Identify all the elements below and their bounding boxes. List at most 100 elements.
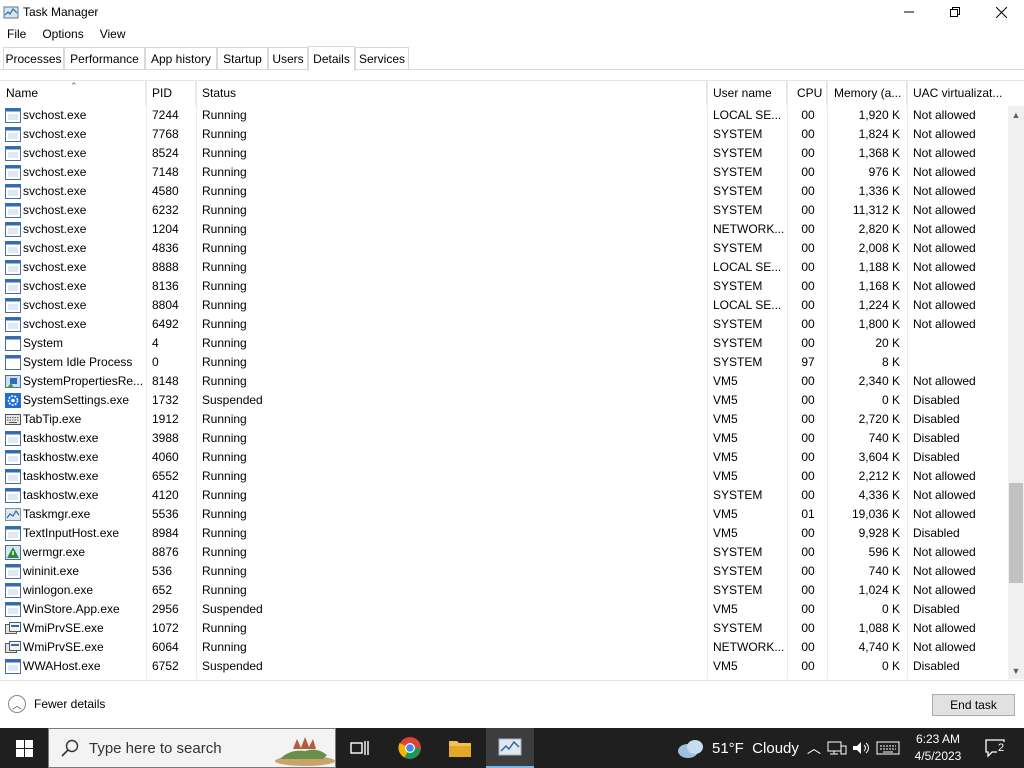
fewer-details-button[interactable]: ︿ Fewer details bbox=[8, 695, 105, 713]
cell-memory: 19,036 K bbox=[851, 507, 900, 521]
table-row[interactable]: taskhostw.exe 4060 Running VM5 00 3,604 K Disa… bbox=[0, 448, 1008, 467]
cell-user-name: SYSTEM bbox=[713, 336, 763, 350]
table-row[interactable]: SystemPropertiesRe... 8148 Running VM5 00 2,3… bbox=[0, 372, 1008, 391]
table-row[interactable]: svchost.exe 4580 Running SYSTEM 00 1,336 K Not… bbox=[0, 182, 1008, 201]
table-row[interactable]: wermgr.exe 8876 Running SYSTEM 00 596 K Not al… bbox=[0, 543, 1008, 562]
cell-status: Suspended bbox=[202, 393, 263, 407]
cell-status: Running bbox=[202, 355, 247, 369]
task-view-button[interactable] bbox=[336, 728, 384, 768]
table-row[interactable]: winlogon.exe 652 Running SYSTEM 00 1,024 K Not… bbox=[0, 581, 1008, 600]
cell-pid: 4836 bbox=[152, 241, 179, 255]
cell-cpu: 00 bbox=[801, 165, 815, 179]
system-icon bbox=[5, 355, 21, 370]
notification-center-button[interactable]: 2 bbox=[980, 728, 1012, 768]
cell-status: Running bbox=[202, 241, 247, 255]
cell-status: Running bbox=[202, 564, 247, 578]
volume-icon[interactable] bbox=[850, 740, 872, 756]
column-header-user-name[interactable]: User name bbox=[707, 81, 787, 105]
scroll-thumb[interactable] bbox=[1009, 482, 1023, 583]
restore-button[interactable] bbox=[932, 0, 978, 24]
tab-app-history[interactable]: App history bbox=[145, 47, 217, 69]
tab-users[interactable]: Users bbox=[268, 47, 308, 69]
cell-pid: 8524 bbox=[152, 146, 179, 160]
cell-uac-virtualization: Not allowed bbox=[913, 317, 976, 331]
table-row[interactable]: svchost.exe 6232 Running SYSTEM 00 11,312 K No… bbox=[0, 201, 1008, 220]
cell-uac-virtualization: Disabled bbox=[913, 659, 960, 673]
table-row[interactable]: svchost.exe 8888 Running LOCAL SE... 00 1,188… bbox=[0, 258, 1008, 277]
cell-cpu: 97 bbox=[801, 355, 815, 369]
table-row[interactable]: svchost.exe 8524 Running SYSTEM 00 1,368 K Not… bbox=[0, 144, 1008, 163]
table-row[interactable]: taskhostw.exe 3988 Running VM5 00 740 K Disabl… bbox=[0, 429, 1008, 448]
column-header-uac[interactable]: UAC virtualizat... bbox=[907, 81, 1008, 105]
cell-pid: 8804 bbox=[152, 298, 179, 312]
table-row[interactable]: TextInputHost.exe 8984 Running VM5 00 9,928 K… bbox=[0, 524, 1008, 543]
column-header-pid[interactable]: PID bbox=[146, 81, 196, 105]
cell-cpu: 00 bbox=[801, 488, 815, 502]
show-hidden-icons-chevron-icon[interactable]: ︿ bbox=[804, 738, 824, 758]
cell-uac-virtualization: Not allowed bbox=[913, 165, 976, 179]
table-row[interactable]: WmiPrvSE.exe 1072 Running SYSTEM 00 1,088 K No… bbox=[0, 619, 1008, 638]
table-row[interactable]: taskhostw.exe 4120 Running SYSTEM 00 4,336 K N… bbox=[0, 486, 1008, 505]
table-row[interactable]: svchost.exe 4836 Running SYSTEM 00 2,008 K Not… bbox=[0, 239, 1008, 258]
column-header-cpu[interactable]: CPU bbox=[787, 81, 827, 105]
taskbar-file-explorer[interactable] bbox=[436, 728, 484, 768]
minimize-button[interactable] bbox=[886, 0, 932, 24]
cell-process-name: System bbox=[23, 336, 64, 350]
column-header-name[interactable]: Name bbox=[0, 81, 146, 105]
end-task-button[interactable]: End task bbox=[932, 694, 1015, 716]
svchost-icon bbox=[5, 127, 21, 142]
menu-options[interactable]: Options bbox=[34, 27, 91, 41]
table-row[interactable]: WmiPrvSE.exe 6064 Running NETWORK... 00 4,740… bbox=[0, 638, 1008, 657]
keyboard-icon[interactable] bbox=[876, 740, 902, 756]
taskbar-clock[interactable]: 6:23 AM 4/5/2023 bbox=[908, 731, 968, 765]
scroll-down-icon[interactable]: ▼ bbox=[1008, 662, 1024, 679]
cell-user-name: SYSTEM bbox=[713, 488, 763, 502]
table-row[interactable]: TabTip.exe 1912 Running VM5 00 2,720 K Disable… bbox=[0, 410, 1008, 429]
tab-performance[interactable]: Performance bbox=[64, 47, 145, 69]
cell-pid: 3988 bbox=[152, 431, 179, 445]
menu-bar: File Options View bbox=[0, 24, 134, 44]
scroll-up-icon[interactable]: ▲ bbox=[1008, 106, 1024, 123]
table-row[interactable]: System Idle Process 0 Running SYSTEM 97 8 K bbox=[0, 353, 1008, 372]
table-row[interactable]: svchost.exe 7148 Running SYSTEM 00 976 K Not a… bbox=[0, 163, 1008, 182]
table-row[interactable]: SystemSettings.exe 1732 Suspended VM5 00 0 K D… bbox=[0, 391, 1008, 410]
table-row[interactable]: svchost.exe 7768 Running SYSTEM 00 1,824 K Not… bbox=[0, 125, 1008, 144]
table-row[interactable]: svchost.exe 8804 Running LOCAL SE... 00 1,224… bbox=[0, 296, 1008, 315]
menu-file[interactable]: File bbox=[0, 27, 34, 41]
tab-details[interactable]: Details bbox=[308, 46, 355, 71]
taskbar-chrome[interactable] bbox=[386, 728, 434, 768]
start-button[interactable] bbox=[0, 728, 48, 768]
taskbar-task-manager[interactable] bbox=[486, 728, 534, 768]
cell-status: Running bbox=[202, 583, 247, 597]
table-row[interactable]: Taskmgr.exe 5536 Running VM5 01 19,036 K Not a… bbox=[0, 505, 1008, 524]
tab-processes[interactable]: Processes bbox=[3, 47, 64, 69]
column-header-memory[interactable]: Memory (a... bbox=[827, 81, 907, 105]
system-properties-icon bbox=[5, 374, 21, 389]
table-row[interactable]: svchost.exe 6492 Running SYSTEM 00 1,800 K Not… bbox=[0, 315, 1008, 334]
wmi-icon bbox=[5, 640, 21, 655]
cell-uac-virtualization: Disabled bbox=[913, 450, 960, 464]
table-row[interactable]: System 4 Running SYSTEM 00 20 K bbox=[0, 334, 1008, 353]
table-row[interactable]: svchost.exe 7244 Running LOCAL SE... 00 1,920… bbox=[0, 106, 1008, 125]
cell-status: Suspended bbox=[202, 659, 263, 673]
menu-view[interactable]: View bbox=[92, 27, 134, 41]
tab-startup[interactable]: Startup bbox=[217, 47, 268, 69]
table-row[interactable]: WinStore.App.exe 2956 Suspended VM5 00 0 K Dis… bbox=[0, 600, 1008, 619]
table-row[interactable]: taskhostw.exe 6552 Running VM5 00 2,212 K Not … bbox=[0, 467, 1008, 486]
cell-process-name: TabTip.exe bbox=[23, 412, 82, 426]
close-button[interactable] bbox=[978, 0, 1024, 24]
vertical-scrollbar[interactable]: ▲ ▼ bbox=[1008, 106, 1024, 679]
restore-icon bbox=[950, 7, 960, 17]
network-icon[interactable] bbox=[826, 740, 848, 756]
cell-status: Running bbox=[202, 621, 247, 635]
weather-widget[interactable]: 51°F Cloudy bbox=[676, 728, 799, 768]
tab-services[interactable]: Services bbox=[355, 47, 409, 69]
table-row[interactable]: svchost.exe 8136 Running SYSTEM 00 1,168 K Not… bbox=[0, 277, 1008, 296]
cell-pid: 6232 bbox=[152, 203, 179, 217]
cell-process-name: svchost.exe bbox=[23, 184, 87, 198]
table-row[interactable]: wininit.exe 536 Running SYSTEM 00 740 K Not al… bbox=[0, 562, 1008, 581]
taskbar-search-box[interactable]: Type here to search bbox=[48, 728, 336, 768]
table-row[interactable]: svchost.exe 1204 Running NETWORK... 00 2,820 … bbox=[0, 220, 1008, 239]
column-header-status[interactable]: Status bbox=[196, 81, 707, 105]
table-row[interactable]: WWAHost.exe 6752 Suspended VM5 00 0 K Disabled bbox=[0, 657, 1008, 676]
